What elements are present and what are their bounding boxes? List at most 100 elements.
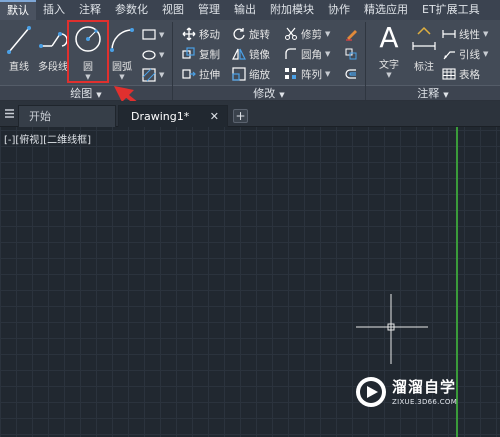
arc-button[interactable]: 圆弧 ▼ (108, 22, 136, 81)
fillet-label: 圆角 (301, 48, 322, 61)
linear-dropdown-icon[interactable]: ▼ (483, 30, 488, 38)
explode-icon (344, 47, 358, 61)
eraser-icon (344, 27, 358, 41)
stretch-label: 拉伸 (199, 68, 220, 81)
array-dropdown-icon[interactable]: ▼ (325, 70, 330, 78)
line-icon (7, 26, 31, 54)
array-icon (284, 67, 298, 81)
explode-button[interactable] (344, 45, 361, 63)
viewport-controls[interactable]: [-][俯视][二维线框] (4, 131, 91, 146)
tab-default[interactable]: 默认 (0, 0, 36, 20)
tab-drawing1-label: Drawing1* (131, 110, 190, 123)
tab-drawing1[interactable]: Drawing1* ✕ (118, 105, 228, 127)
tab-addins[interactable]: 附加模块 (263, 0, 321, 20)
fillet-button[interactable]: 圆角 ▼ (284, 45, 330, 63)
rotate-label: 旋转 (249, 28, 270, 41)
watermark-url: ZIXUE.3D66.COM (392, 398, 458, 406)
leader-button[interactable]: 引线 ▼ (442, 45, 488, 63)
rectangle-icon (142, 29, 156, 40)
erase-button[interactable] (344, 25, 361, 43)
array-button[interactable]: 阵列 ▼ (284, 65, 330, 83)
drawing-canvas[interactable]: [-][俯视][二维线框] 溜溜自学 ZIXUE.3D66.COM (0, 127, 500, 437)
linear-dimension-icon (442, 27, 456, 41)
tab-manage[interactable]: 管理 (191, 0, 227, 20)
trim-label: 修剪 (301, 28, 322, 41)
ellipse-dropdown-icon[interactable]: ▼ (159, 51, 164, 59)
trim-button[interactable]: 修剪 ▼ (284, 25, 330, 43)
annotation-panel-expand-icon: ▼ (443, 91, 449, 99)
linear-button[interactable]: 线性 ▼ (442, 25, 488, 43)
polyline-label: 多段线 (38, 62, 68, 73)
arc-icon (110, 28, 134, 52)
fillet-dropdown-icon[interactable]: ▼ (325, 50, 330, 58)
move-icon (182, 27, 196, 41)
dimension-icon (412, 26, 436, 50)
tab-express-tools[interactable]: ET扩展工具 (415, 0, 487, 20)
leader-icon (442, 47, 456, 61)
rotate-icon (232, 27, 246, 41)
ellipse-icon (142, 50, 156, 60)
text-dropdown-icon[interactable]: ▼ (372, 71, 406, 79)
text-label: 文字 (379, 60, 399, 71)
leader-label: 引线 (459, 48, 480, 61)
fillet-icon (284, 47, 298, 61)
modify-panel-title[interactable]: 修改 ▼ (173, 85, 365, 100)
annotation-panel-title[interactable]: 注释 ▼ (366, 85, 500, 100)
table-label: 表格 (459, 68, 480, 81)
table-button[interactable]: 表格 (442, 65, 480, 83)
tab-insert[interactable]: 插入 (36, 0, 72, 20)
watermark-logo-icon (356, 377, 386, 407)
modify-panel-expand-icon: ▼ (279, 91, 285, 99)
tab-view[interactable]: 视图 (155, 0, 191, 20)
mirror-button[interactable]: 镜像 (232, 45, 270, 63)
modify-panel-title-label: 修改 (253, 87, 276, 100)
crosshair-cursor-icon (356, 294, 428, 364)
move-label: 移动 (199, 28, 220, 41)
polyline-button[interactable]: 多段线 (36, 22, 70, 73)
tab-featured-apps[interactable]: 精选应用 (357, 0, 415, 20)
rotate-button[interactable]: 旋转 (232, 25, 270, 43)
offset-icon (344, 67, 358, 81)
leader-dropdown-icon[interactable]: ▼ (483, 50, 488, 58)
mirror-icon (232, 47, 246, 61)
close-icon[interactable]: ✕ (210, 106, 219, 128)
rectangle-dropdown-icon[interactable]: ▼ (159, 31, 164, 39)
polyline-icon (39, 32, 68, 48)
scale-button[interactable]: 缩放 (232, 65, 270, 83)
scale-icon (232, 67, 246, 81)
linear-label: 线性 (459, 28, 480, 41)
tab-parametric[interactable]: 参数化 (108, 0, 155, 20)
copy-icon (182, 47, 196, 61)
text-button[interactable]: A 文字 ▼ (372, 21, 406, 80)
move-button[interactable]: 移动 (182, 25, 220, 43)
tab-collaborate[interactable]: 协作 (321, 0, 357, 20)
tab-output[interactable]: 输出 (227, 0, 263, 20)
dimension-button[interactable]: 标注 (408, 22, 440, 73)
text-icon: A (379, 21, 399, 54)
annotation-panel-title-label: 注释 (417, 87, 440, 100)
copy-button[interactable]: 复制 (182, 45, 220, 63)
file-tabs-menu-icon[interactable] (3, 107, 16, 120)
new-tab-button[interactable]: + (233, 109, 248, 123)
scale-label: 缩放 (249, 68, 270, 81)
array-label: 阵列 (301, 68, 322, 81)
draw-panel-title-label: 绘图 (70, 87, 93, 100)
watermark: 溜溜自学 ZIXUE.3D66.COM (352, 371, 474, 415)
document-tab-bar: 开始 Drawing1* ✕ + (0, 101, 500, 127)
mirror-label: 镜像 (249, 48, 270, 61)
tab-start[interactable]: 开始 (18, 105, 116, 127)
hatch-button[interactable]: ▼ (142, 46, 164, 64)
line-label: 直线 (9, 62, 29, 73)
copy-label: 复制 (199, 48, 220, 61)
line-button[interactable]: 直线 (4, 22, 34, 73)
circle-highlight-box (67, 20, 109, 83)
scissors-icon (284, 27, 298, 41)
offset-button[interactable] (344, 65, 361, 83)
table-icon (442, 67, 456, 81)
rectangle-button[interactable]: ▼ (142, 26, 164, 44)
tab-start-label: 开始 (29, 110, 51, 123)
dimension-label: 标注 (414, 62, 434, 73)
watermark-title: 溜溜自学 (392, 378, 457, 396)
tab-annotate[interactable]: 注释 (72, 0, 108, 20)
trim-dropdown-icon[interactable]: ▼ (325, 30, 330, 38)
